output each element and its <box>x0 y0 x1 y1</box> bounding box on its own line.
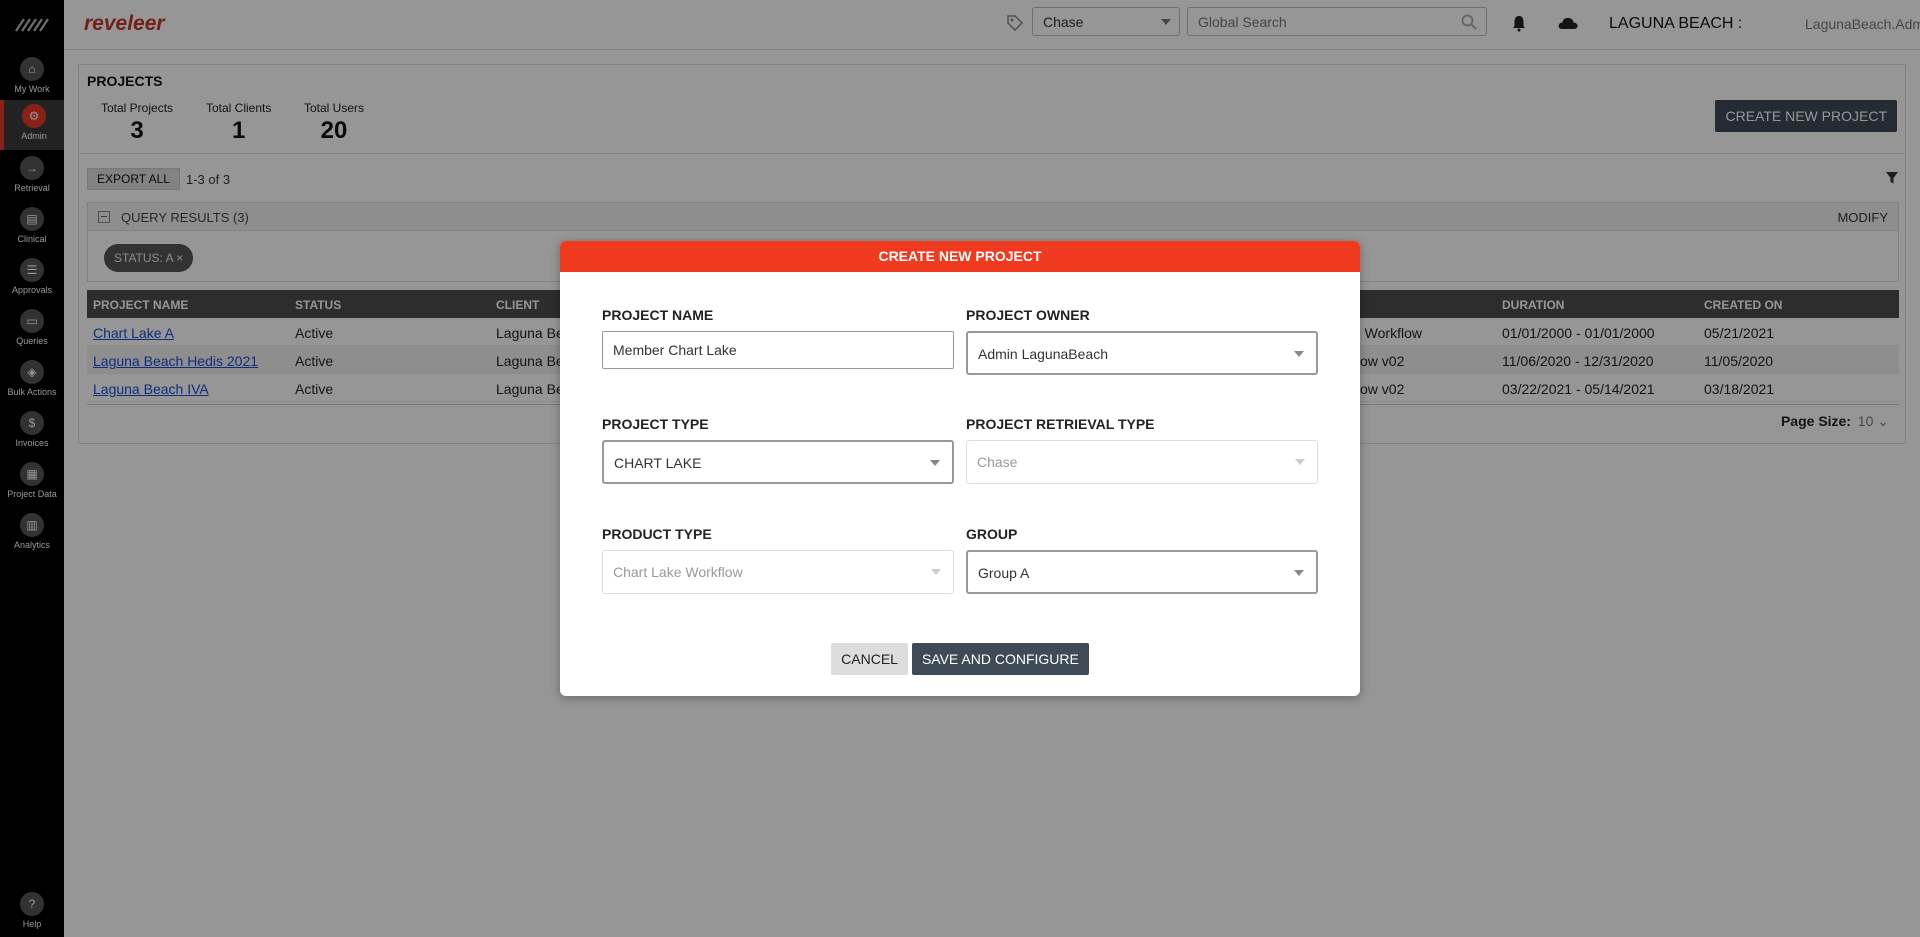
field-label: PROJECT OWNER <box>966 307 1090 323</box>
select-value: Chase <box>977 454 1018 470</box>
chevron-down-icon <box>931 569 941 575</box>
retrieval-type-field: PROJECT RETRIEVAL TYPE Chase <box>966 416 1318 484</box>
project-name-field: PROJECT NAME <box>602 307 954 369</box>
field-label: PROJECT RETRIEVAL TYPE <box>966 416 1155 432</box>
project-type-field: PROJECT TYPE CHART LAKE <box>602 416 954 484</box>
product-type-select: Chart Lake Workflow <box>602 550 954 594</box>
chevron-down-icon <box>1295 459 1305 465</box>
select-value: Group A <box>978 565 1030 581</box>
project-owner-select[interactable]: Admin LagunaBeach <box>966 331 1318 375</box>
chevron-down-icon <box>1294 351 1304 357</box>
dialog-actions: CANCEL SAVE AND CONFIGURE <box>560 643 1360 675</box>
retrieval-type-dialog-select: Chase <box>966 440 1318 484</box>
project-name-input[interactable] <box>602 331 954 369</box>
field-label: PROJECT NAME <box>602 307 714 323</box>
group-select[interactable]: Group A <box>966 550 1318 594</box>
group-field: GROUP Group A <box>966 526 1318 594</box>
save-and-configure-button[interactable]: SAVE AND CONFIGURE <box>911 643 1089 675</box>
field-label: PRODUCT TYPE <box>602 526 712 542</box>
chevron-down-icon <box>930 460 940 466</box>
chevron-down-icon <box>1294 570 1304 576</box>
create-project-dialog: CREATE NEW PROJECT PROJECT NAME PROJECT … <box>560 241 1360 696</box>
field-label: PROJECT TYPE <box>602 416 709 432</box>
field-label: GROUP <box>966 526 1018 542</box>
dialog-title: CREATE NEW PROJECT <box>560 241 1360 272</box>
cancel-button[interactable]: CANCEL <box>831 643 908 675</box>
project-type-select[interactable]: CHART LAKE <box>602 440 954 484</box>
product-type-field: PRODUCT TYPE Chart Lake Workflow <box>602 526 954 594</box>
project-owner-field: PROJECT OWNER Admin LagunaBeach <box>966 307 1318 375</box>
select-value: Admin LagunaBeach <box>978 346 1108 362</box>
select-value: Chart Lake Workflow <box>613 564 743 580</box>
select-value: CHART LAKE <box>614 455 702 471</box>
